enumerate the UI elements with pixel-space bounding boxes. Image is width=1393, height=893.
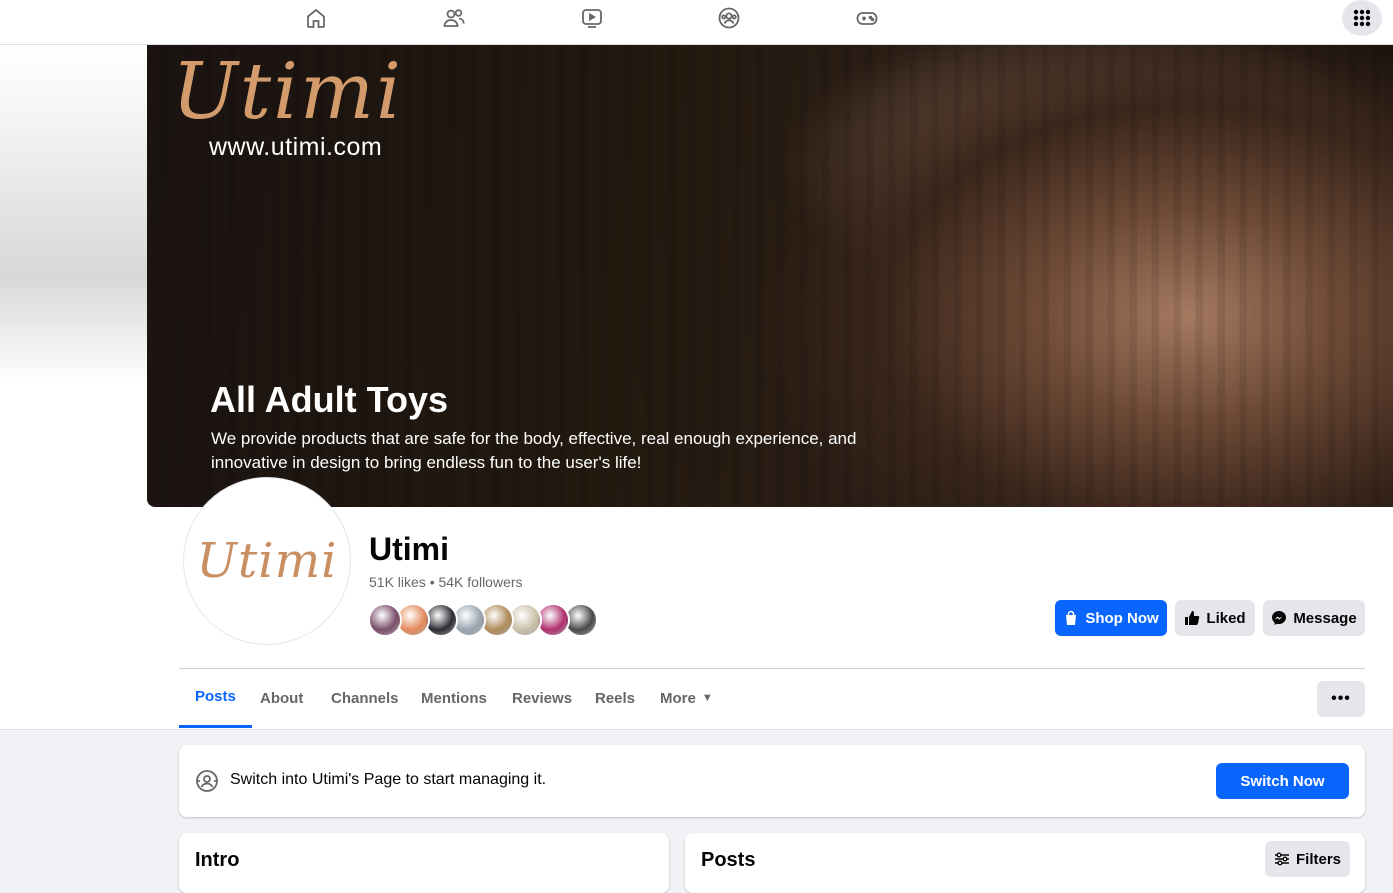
follower-avatar[interactable]	[368, 603, 402, 637]
liked-button[interactable]: Liked	[1175, 600, 1255, 636]
tab-reviews-label: Reviews	[512, 689, 573, 707]
shop-now-button[interactable]: Shop Now	[1055, 600, 1167, 636]
switch-profile-icon	[196, 770, 218, 792]
filters-label: Filters	[1295, 850, 1341, 868]
page-title: Utimi	[369, 531, 449, 567]
more-options-button[interactable]: •••	[1317, 681, 1365, 717]
posts-title: Posts	[701, 849, 756, 871]
watch-icon[interactable]	[574, 4, 610, 32]
grid-menu-icon[interactable]	[1342, 0, 1382, 36]
switch-banner-text: Switch into Utimi's Page to start managi…	[230, 771, 547, 788]
shop-now-label: Shop Now	[1085, 609, 1159, 627]
shopping-bag-icon	[1066, 610, 1077, 625]
tab-mentions[interactable]: Mentions	[405, 668, 503, 728]
tab-mentions-label: Mentions	[421, 689, 487, 707]
posts-card: Posts Filters	[685, 833, 1365, 893]
cover-logo: Utimi	[172, 47, 403, 137]
intro-card: Intro	[179, 833, 669, 893]
cover-url: www.utimi.com	[209, 133, 383, 161]
tab-about[interactable]: About	[244, 668, 319, 728]
thumbs-up-icon	[1185, 611, 1200, 625]
cover-headline: All Adult Toys	[210, 379, 448, 420]
message-label: Message	[1293, 609, 1357, 627]
message-button[interactable]: Message	[1263, 600, 1365, 636]
filters-button[interactable]: Filters	[1265, 841, 1350, 877]
cover-backdrop	[0, 45, 147, 385]
liked-label: Liked	[1206, 609, 1246, 627]
cover-photo[interactable]: Utimi www.utimi.com All Adult Toys We pr…	[147, 45, 1393, 507]
gaming-icon[interactable]	[849, 4, 885, 32]
cover-description: We provide products that are safe for th…	[211, 429, 857, 472]
page-stats[interactable]: 51K likes • 54K followers	[369, 574, 523, 590]
tab-more[interactable]: More ▼	[644, 668, 729, 728]
friends-icon[interactable]	[436, 4, 472, 32]
tab-reviews[interactable]: Reviews	[496, 668, 588, 728]
tab-posts[interactable]: Posts	[179, 668, 252, 728]
home-icon[interactable]	[298, 4, 334, 32]
switch-profile-banner: Switch into Utimi's Page to start managi…	[179, 745, 1365, 817]
tab-channels-label: Channels	[331, 689, 399, 707]
tab-posts-label: Posts	[195, 688, 236, 705]
tab-about-label: About	[260, 689, 304, 707]
follower-avatars	[368, 603, 598, 637]
messenger-icon	[1272, 611, 1287, 625]
intro-title: Intro	[195, 849, 240, 871]
caret-down-icon: ▼	[701, 692, 713, 704]
avatar-logo: Utimi	[196, 533, 338, 589]
groups-icon[interactable]	[711, 4, 747, 32]
tab-reels[interactable]: Reels	[579, 668, 651, 728]
profile-avatar[interactable]: Utimi	[183, 477, 351, 645]
filters-icon	[1274, 852, 1289, 866]
tab-more-label: More	[660, 689, 696, 707]
switch-now-button[interactable]: Switch Now	[1216, 763, 1349, 799]
top-navigation-bar	[0, 0, 1393, 45]
tab-channels[interactable]: Channels	[315, 668, 415, 728]
header-bottom-border	[0, 729, 1393, 730]
tab-reels-label: Reels	[595, 689, 636, 707]
